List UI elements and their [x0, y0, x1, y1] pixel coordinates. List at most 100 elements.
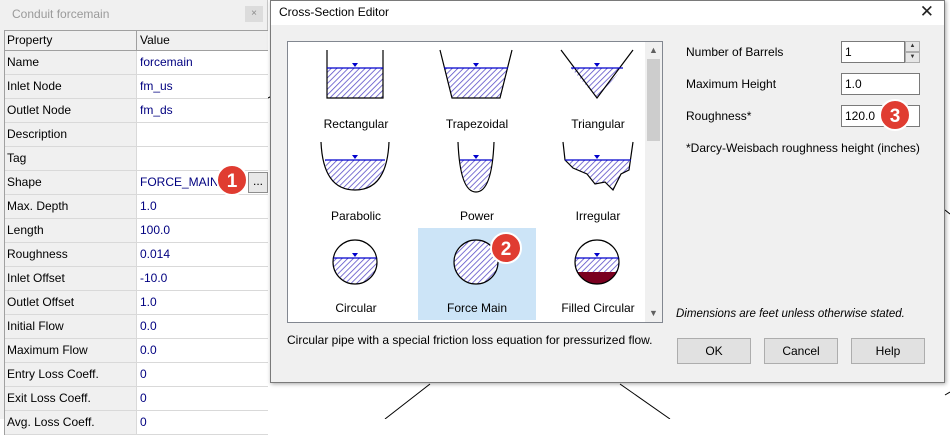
property-value[interactable]: 0 — [137, 411, 268, 434]
roughness-label: Roughness* — [686, 109, 752, 123]
shape-label: Force Main — [446, 301, 508, 315]
shape-power[interactable]: Power — [418, 136, 536, 228]
property-value[interactable]: 0.014 — [137, 243, 268, 266]
spin-up-icon[interactable]: ▲ — [905, 41, 920, 52]
property-value-text: 0 — [140, 391, 147, 405]
max-height-input[interactable]: 1.0 — [841, 73, 920, 95]
scroll-up-icon[interactable]: ▲ — [645, 42, 662, 59]
circular-shape-icon — [332, 239, 378, 285]
property-row[interactable]: Entry Loss Coeff. 0 — [5, 363, 268, 387]
property-value-text: 0 — [140, 367, 147, 381]
property-value[interactable]: fm_ds — [137, 99, 268, 122]
property-name: Initial Flow — [5, 315, 137, 338]
property-row[interactable]: Exit Loss Coeff. 0 — [5, 387, 268, 411]
property-value-text: 1.0 — [140, 199, 157, 213]
property-value[interactable] — [137, 123, 268, 146]
property-value-text: forcemain — [140, 55, 193, 69]
callout-badge-1: 1 — [216, 164, 248, 196]
property-row[interactable]: Name forcemain — [5, 51, 268, 75]
property-row[interactable]: Description — [5, 123, 268, 147]
property-row[interactable]: Max. Depth 1.0 — [5, 195, 268, 219]
property-value[interactable]: forcemain — [137, 51, 268, 74]
shape-label: Circular — [335, 301, 377, 315]
property-value[interactable]: 0.0 — [137, 315, 268, 338]
property-value[interactable]: FORCE_MAIN... — [137, 171, 268, 194]
shape-triangular[interactable]: Triangular — [539, 44, 657, 136]
property-row[interactable]: Roughness 0.014 — [5, 243, 268, 267]
callout-badge-2: 2 — [490, 232, 522, 264]
property-name: Shape — [5, 171, 137, 194]
property-panel-title: Conduit forcemain × — [0, 0, 267, 28]
shape-edit-button[interactable]: ... — [248, 172, 268, 193]
property-grid-header: Property Value — [5, 31, 268, 51]
shape-filled-circular[interactable]: Filled Circular — [539, 228, 657, 320]
property-value[interactable]: fm_us — [137, 75, 268, 98]
property-value-text: FORCE_MAIN — [140, 175, 219, 189]
shape-irregular[interactable]: Irregular — [539, 136, 657, 228]
shape-trapezoidal[interactable]: Trapezoidal — [418, 44, 536, 136]
close-icon[interactable]: × — [245, 6, 263, 22]
property-value-text: -10.0 — [140, 271, 168, 285]
property-row[interactable]: Maximum Flow 0.0 — [5, 339, 268, 363]
triangular-shape-icon — [560, 49, 634, 99]
property-value-text: 0.014 — [140, 247, 171, 261]
property-value[interactable]: -10.0 — [137, 267, 268, 290]
scroll-down-icon[interactable]: ▼ — [645, 305, 662, 322]
property-value[interactable]: 0.0 — [137, 339, 268, 362]
ok-button[interactable]: OK — [677, 338, 751, 364]
property-name: Outlet Offset — [5, 291, 137, 314]
property-row[interactable]: Length 100.0 — [5, 219, 268, 243]
cross-section-editor-dialog: Cross-Section Editor ✕ Rectangular Trape… — [270, 0, 945, 383]
property-name: Tag — [5, 147, 137, 170]
property-name: Name — [5, 51, 137, 74]
property-name: Maximum Flow — [5, 339, 137, 362]
max-height-label: Maximum Height — [686, 77, 777, 91]
property-row[interactable]: Initial Flow 0.0 — [5, 315, 268, 339]
scroll-thumb[interactable] — [647, 59, 660, 141]
shape-label: Filled Circular — [561, 301, 635, 315]
barrels-spinner[interactable]: ▲ ▼ — [905, 41, 920, 63]
shape-label: Trapezoidal — [445, 117, 509, 131]
barrels-input[interactable]: 1 — [841, 41, 905, 63]
property-row[interactable]: Inlet Node fm_us — [5, 75, 268, 99]
shape-label: Rectangular — [323, 117, 389, 131]
rectangular-shape-icon — [326, 50, 384, 99]
property-name: Inlet Node — [5, 75, 137, 98]
property-value[interactable]: 100.0 — [137, 219, 268, 242]
property-name: Exit Loss Coeff. — [5, 387, 137, 410]
spin-down-icon[interactable]: ▼ — [905, 52, 920, 63]
callout-badge-3: 3 — [879, 99, 911, 131]
shape-circular[interactable]: Circular — [297, 228, 415, 320]
close-icon[interactable]: ✕ — [920, 2, 934, 22]
power-shape-icon — [457, 141, 495, 193]
property-value[interactable]: 1.0 — [137, 195, 268, 218]
barrels-label: Number of Barrels — [686, 45, 784, 59]
property-row[interactable]: Inlet Offset -10.0 — [5, 267, 268, 291]
shape-rectangular[interactable]: Rectangular — [297, 44, 415, 136]
property-value-text: fm_us — [140, 79, 173, 93]
help-button[interactable]: Help — [851, 338, 925, 364]
trapezoidal-shape-icon — [439, 49, 513, 99]
property-grid: Property Value Name forcemain Inlet Node fm… — [4, 30, 268, 435]
cancel-button[interactable]: Cancel — [764, 338, 838, 364]
property-value[interactable] — [137, 147, 268, 170]
property-name: Roughness — [5, 243, 137, 266]
property-row[interactable]: Avg. Loss Coeff. 0 — [5, 411, 268, 435]
shape-list-scrollbar[interactable]: ▲ ▼ — [645, 42, 662, 322]
shape-parabolic[interactable]: Parabolic — [297, 136, 415, 228]
dialog-titlebar: Cross-Section Editor ✕ — [271, 1, 944, 25]
shape-list: Rectangular Trapezoidal Triangular Parab… — [287, 41, 663, 323]
property-name: Entry Loss Coeff. — [5, 363, 137, 386]
property-name: Outlet Node — [5, 99, 137, 122]
property-name: Length — [5, 219, 137, 242]
parabolic-shape-icon — [320, 141, 390, 191]
property-value-text: 0.0 — [140, 343, 157, 357]
property-row[interactable]: Outlet Offset 1.0 — [5, 291, 268, 315]
property-value[interactable]: 0 — [137, 363, 268, 386]
property-name: Description — [5, 123, 137, 146]
header-value: Value — [137, 31, 268, 50]
property-name: Max. Depth — [5, 195, 137, 218]
property-value[interactable]: 0 — [137, 387, 268, 410]
property-value[interactable]: 1.0 — [137, 291, 268, 314]
property-row[interactable]: Outlet Node fm_ds — [5, 99, 268, 123]
